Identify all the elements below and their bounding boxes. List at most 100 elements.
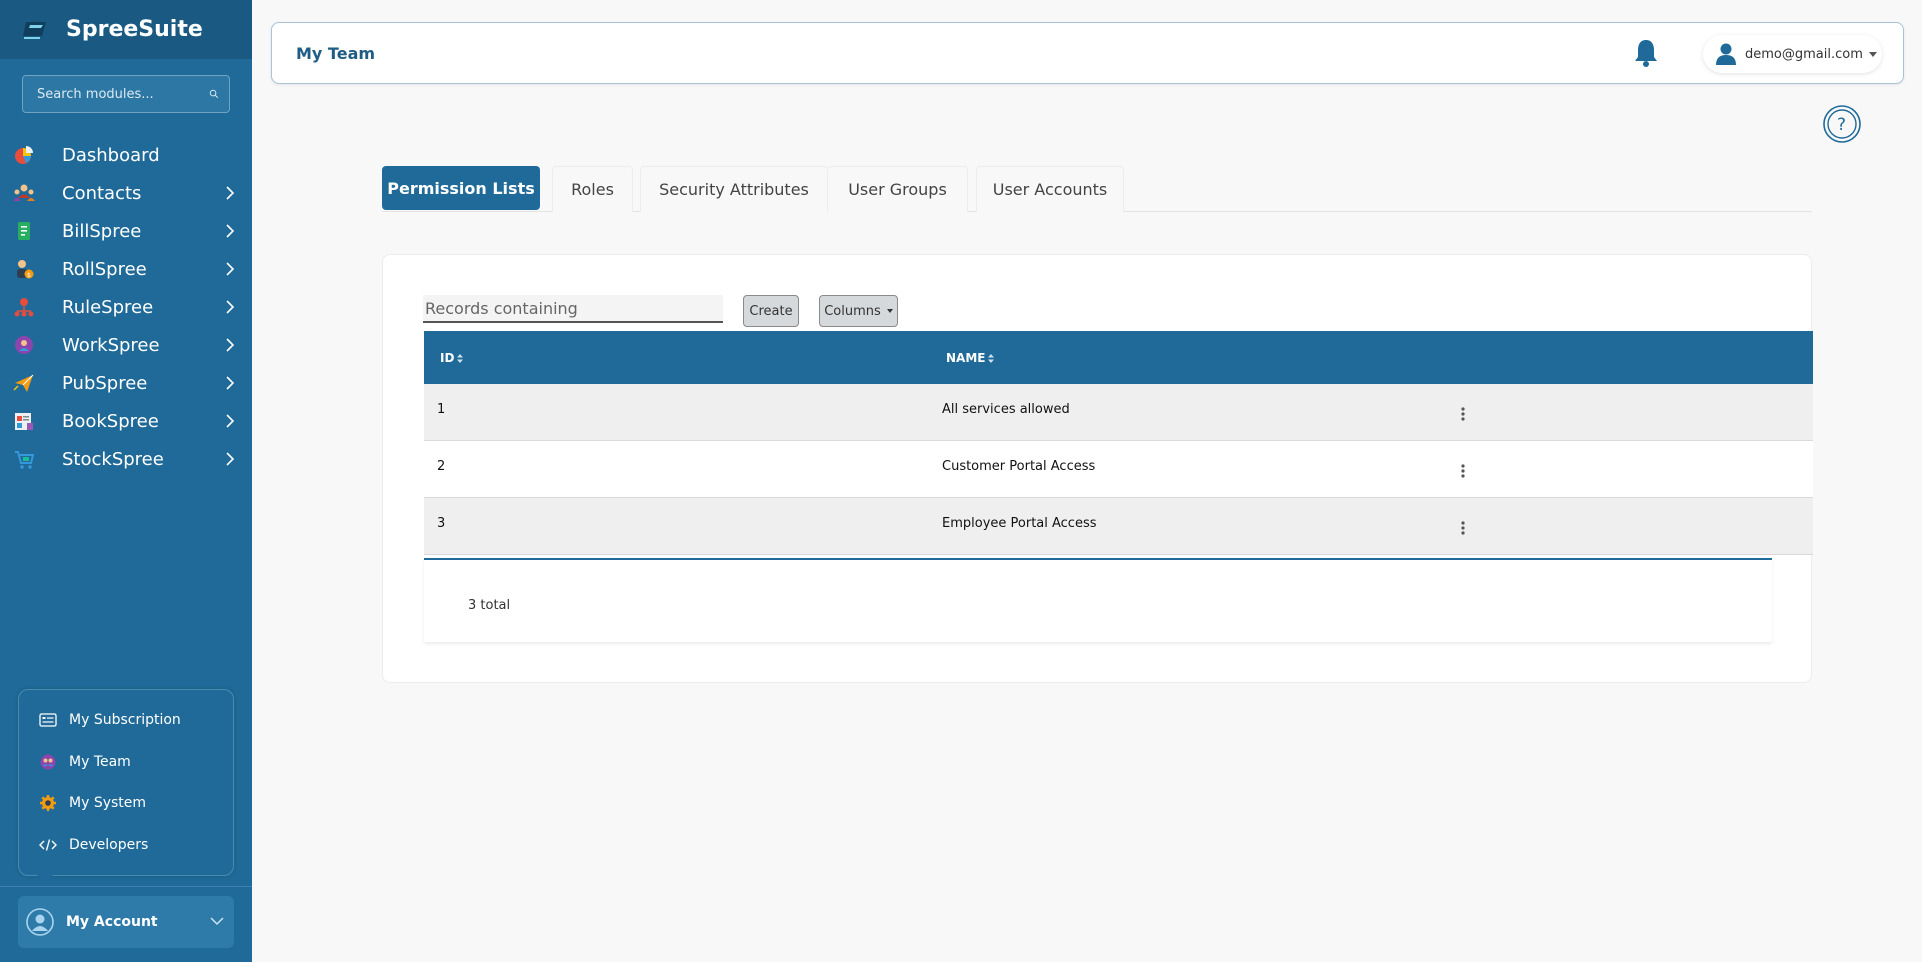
tab-bar: Permission Lists Roles Security Attribut… [382, 166, 1812, 212]
sort-icon [988, 353, 995, 363]
sidebar-item-rulespree[interactable]: RuleSpree [0, 288, 252, 326]
cell-id: 2 [437, 459, 446, 474]
search-icon[interactable] [209, 86, 219, 102]
tab-roles[interactable]: Roles [552, 166, 633, 212]
account-menu-item-developers[interactable]: Developers [39, 833, 148, 857]
sidebar-item-billspree[interactable]: BillSpree [0, 212, 252, 250]
account-menu: My Subscription My Team My System Develo… [18, 689, 234, 876]
brand-bar: SpreeSuite [0, 0, 252, 59]
permission-list-card: Create Columns ID NAME 1 All services al… [382, 254, 1813, 683]
account-menu-pointer [37, 875, 53, 883]
cell-name: Employee Portal Access [942, 516, 1097, 531]
billspree-icon [12, 219, 36, 243]
account-menu-label: My Team [69, 754, 131, 770]
brand-name[interactable]: SpreeSuite [66, 17, 203, 42]
cell-name: All services allowed [942, 402, 1070, 417]
sidebar-item-label: RollSpree [62, 258, 147, 280]
page-title: My Team [296, 44, 376, 63]
table-row[interactable]: 1 All services allowed [424, 384, 1813, 441]
account-menu-item-system[interactable]: My System [39, 791, 146, 815]
chevron-right-icon [226, 186, 235, 200]
contacts-icon [12, 181, 36, 205]
sidebar-item-dashboard[interactable]: Dashboard [0, 136, 252, 174]
chevron-right-icon [226, 338, 235, 352]
sidebar-nav: Dashboard Contacts BillSpree $ RollSpree… [0, 136, 252, 478]
total-count: 3 total [468, 598, 511, 613]
caret-down-icon [886, 309, 893, 313]
spreesuite-logo-icon[interactable] [22, 19, 50, 41]
sidebar-item-label: BookSpree [62, 410, 159, 432]
my-account-button[interactable]: My Account [18, 896, 234, 948]
sidebar-item-bookspree[interactable]: BookSpree [0, 402, 252, 440]
help-icon[interactable]: ? [1822, 104, 1862, 144]
top-header: My Team demo@gmail.com [271, 22, 1904, 84]
team-icon [39, 753, 57, 771]
notification-bell-icon[interactable] [1631, 37, 1661, 69]
chevron-right-icon [226, 376, 235, 390]
my-account-label: My Account [66, 914, 158, 930]
records-search-input[interactable] [423, 295, 723, 323]
user-email: demo@gmail.com [1745, 46, 1863, 62]
account-menu-label: My Subscription [69, 712, 181, 728]
account-menu-item-team[interactable]: My Team [39, 750, 131, 774]
sidebar-item-stockspree[interactable]: StockSpree [0, 440, 252, 478]
bookspree-icon [12, 409, 36, 433]
divider [0, 886, 252, 887]
sidebar-item-label: BillSpree [62, 220, 142, 242]
sidebar-item-label: StockSpree [62, 448, 164, 470]
svg-text:?: ? [1837, 115, 1846, 135]
tab-security-attributes[interactable]: Security Attributes [640, 166, 828, 212]
cell-id: 1 [437, 402, 446, 417]
sidebar-item-label: Dashboard [62, 144, 160, 166]
subscription-icon [39, 711, 57, 729]
table-footer: 3 total [424, 558, 1772, 642]
create-button[interactable]: Create [743, 295, 799, 327]
account-menu-label: Developers [69, 837, 149, 853]
pubspree-icon [12, 371, 36, 395]
column-header-name[interactable]: NAME [946, 351, 995, 365]
caret-down-icon [1868, 51, 1877, 57]
table-header: ID NAME [424, 331, 1813, 384]
chevron-right-icon [226, 262, 235, 276]
sort-icon [457, 353, 464, 363]
chevron-right-icon [226, 452, 235, 466]
sidebar-item-pubspree[interactable]: PubSpree [0, 364, 252, 402]
tab-permission-lists[interactable]: Permission Lists [382, 166, 540, 210]
account-menu-item-subscription[interactable]: My Subscription [39, 708, 181, 732]
more-options-icon[interactable] [1460, 521, 1466, 535]
module-search-input[interactable] [35, 85, 209, 103]
chevron-right-icon [226, 414, 235, 428]
stockspree-icon [12, 447, 36, 471]
module-search[interactable] [22, 75, 230, 113]
sidebar-item-label: Contacts [62, 182, 142, 204]
tab-user-groups[interactable]: User Groups [827, 166, 968, 212]
tab-user-accounts[interactable]: User Accounts [976, 166, 1124, 212]
user-icon [1716, 43, 1736, 65]
rollspree-icon: $ [12, 257, 36, 281]
system-gear-icon [39, 794, 57, 812]
svg-text:$: $ [27, 272, 31, 279]
columns-button[interactable]: Columns [819, 295, 898, 327]
more-options-icon[interactable] [1460, 407, 1466, 421]
more-options-icon[interactable] [1460, 464, 1466, 478]
workspree-icon [12, 333, 36, 357]
chevron-down-icon [210, 917, 224, 926]
column-header-label: ID [440, 351, 455, 365]
table-row[interactable]: 3 Employee Portal Access [424, 498, 1813, 555]
code-icon [39, 836, 57, 854]
chevron-right-icon [226, 300, 235, 314]
sidebar-item-workspree[interactable]: WorkSpree [0, 326, 252, 364]
rulespree-icon [12, 295, 36, 319]
user-menu[interactable]: demo@gmail.com [1703, 35, 1882, 73]
avatar-icon [26, 908, 54, 936]
account-menu-label: My System [69, 795, 147, 811]
cell-id: 3 [437, 516, 446, 531]
sidebar-item-rollspree[interactable]: $ RollSpree [0, 250, 252, 288]
sidebar-item-contacts[interactable]: Contacts [0, 174, 252, 212]
create-button-label: Create [749, 303, 793, 319]
sidebar-item-label: WorkSpree [62, 334, 160, 356]
column-header-id[interactable]: ID [440, 351, 464, 365]
sidebar-item-label: PubSpree [62, 372, 148, 394]
dashboard-icon [12, 143, 36, 167]
table-row[interactable]: 2 Customer Portal Access [424, 441, 1813, 498]
